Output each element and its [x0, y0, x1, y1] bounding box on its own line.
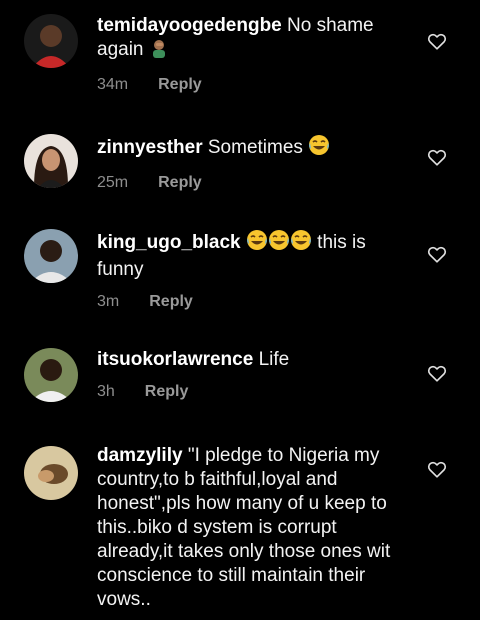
comment-text-block: itsuokorlawrence Life [97, 348, 407, 372]
comment-body: king_ugo_black this is funny 3m Reply [97, 229, 407, 311]
comment-username[interactable]: itsuokorlawrence [97, 349, 253, 370]
reply-button[interactable]: Reply [149, 293, 193, 311]
face-with-tears-of-joy-icon [308, 134, 330, 163]
comment-text: Sometimes [207, 137, 303, 158]
man-facepalming-icon [149, 38, 169, 65]
comment-text-block: zinnyesther Sometimes [97, 134, 407, 163]
comment-text-block: damzylily "I pledge to Nigeria my countr… [97, 444, 407, 612]
heart-outline-icon[interactable] [426, 458, 448, 480]
comment-username[interactable]: king_ugo_black [97, 232, 241, 253]
reply-button[interactable]: Reply [158, 174, 202, 192]
comment-time: 34m [97, 76, 129, 93]
avatar[interactable] [24, 446, 78, 500]
heart-outline-icon[interactable] [426, 146, 448, 168]
heart-outline-icon[interactable] [426, 243, 448, 265]
comment-username[interactable]: zinnyesther [97, 137, 203, 158]
comment-meta: 25m Reply [97, 174, 407, 192]
comment-text: Life [258, 349, 290, 370]
comment-meta: 3h Reply [97, 383, 407, 401]
reply-button[interactable]: Reply [145, 383, 189, 401]
comment-body: zinnyesther Sometimes 25m Reply [97, 134, 407, 192]
face-with-tears-of-joy-icon [268, 229, 290, 258]
comment-time: 3m [97, 293, 120, 310]
comment-time: 3h [97, 383, 115, 400]
avatar[interactable] [24, 14, 78, 68]
comment-body: itsuokorlawrence Life 3h Reply [97, 348, 407, 401]
comment-username[interactable]: temidayoogedengbe [97, 15, 282, 36]
comment-time: 25m [97, 174, 129, 191]
avatar[interactable] [24, 348, 78, 402]
comment-text-block: temidayoogedengbe No shame again [97, 14, 407, 65]
comment-text-block: king_ugo_black this is funny [97, 229, 407, 282]
avatar[interactable] [24, 134, 78, 188]
comment-meta: 3m Reply [97, 293, 407, 311]
heart-outline-icon[interactable] [426, 30, 448, 52]
comment-body: damzylily "I pledge to Nigeria my countr… [97, 444, 407, 612]
avatar[interactable] [24, 229, 78, 283]
comment-meta: 34m Reply [97, 76, 407, 94]
face-with-tears-of-joy-icon [290, 229, 312, 258]
reply-button[interactable]: Reply [158, 76, 202, 94]
face-with-tears-of-joy-icon [246, 229, 268, 258]
comment-username[interactable]: damzylily [97, 445, 183, 466]
heart-outline-icon[interactable] [426, 362, 448, 384]
comment-body: temidayoogedengbe No shame again 34m Rep… [97, 14, 407, 94]
comment-text: "I pledge to Nigeria my country,to b fai… [97, 445, 391, 610]
